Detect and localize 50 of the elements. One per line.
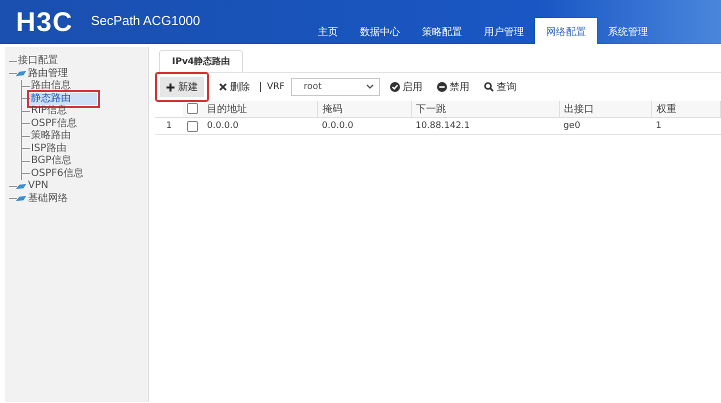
search-button[interactable]: 查询 [480, 78, 521, 96]
table-cell: 0.0.0.0 [207, 121, 238, 131]
column-header: 掩码 [322, 104, 342, 115]
table-cell: 0.0.0.0 [322, 121, 354, 131]
tree-item[interactable]: 路由信息 [30, 80, 72, 92]
row-number: 1 [166, 121, 172, 131]
checkbox[interactable] [187, 103, 198, 114]
table-cell: 1 [656, 121, 662, 131]
tree-item[interactable]: 路由管理 [27, 68, 69, 80]
product-name: SecPath ACG1000 [91, 12, 200, 28]
column-header: 下一跳 [416, 104, 446, 115]
delete-button[interactable]: 删除 [215, 78, 254, 96]
tree-item[interactable]: 基础网络 [27, 192, 69, 205]
close-icon [219, 83, 227, 91]
tree-item[interactable]: OSPF信息 [30, 118, 78, 130]
vrf-select[interactable]: root [290, 78, 380, 96]
nav-tab[interactable]: 数据中心 [349, 18, 411, 44]
logo: H3C [16, 6, 74, 38]
minus-circle-icon [436, 82, 447, 92]
checkbox[interactable] [187, 120, 198, 132]
tree-item[interactable]: VPN [27, 180, 50, 192]
nav-tab[interactable]: 策略配置 [411, 18, 473, 44]
tree-item[interactable]: BGP信息 [30, 155, 72, 168]
folder-icon [15, 70, 27, 78]
tree-item[interactable]: RIP信息 [30, 105, 68, 118]
tree-item[interactable]: ISP路由 [30, 142, 68, 155]
folder-icon [15, 182, 27, 190]
table-cell: ge0 [563, 121, 580, 131]
disable-button[interactable]: 禁用 [432, 78, 474, 96]
tree-item[interactable]: 接口配置 [17, 55, 59, 68]
nav-tab[interactable]: 用户管理 [473, 18, 535, 44]
tree-item[interactable]: OSPF6信息 [30, 168, 84, 180]
folder-icon [15, 195, 27, 202]
nav-tab[interactable]: 主页 [307, 18, 349, 44]
nav-tab[interactable]: 系统管理 [597, 18, 659, 44]
enable-button[interactable]: 启用 [386, 78, 427, 96]
tree-item[interactable]: 静态路由 [30, 92, 97, 105]
table-cell: 10.88.142.1 [415, 121, 470, 131]
check-circle-icon [390, 82, 400, 92]
new-button[interactable]: 新建 [155, 72, 209, 102]
search-icon [484, 82, 494, 92]
nav-tab[interactable]: 网络配置 [535, 18, 597, 44]
column-header: 目的地址 [207, 104, 247, 115]
plus-icon [166, 82, 175, 92]
column-header: 权重 [656, 104, 676, 115]
tab[interactable]: IPv4静态路由 [159, 50, 244, 72]
chevron-down-icon [366, 84, 374, 90]
tree-item[interactable]: 策略路由 [30, 130, 72, 142]
column-header: 出接口 [564, 104, 594, 115]
vrf-label: VRF [267, 82, 285, 92]
